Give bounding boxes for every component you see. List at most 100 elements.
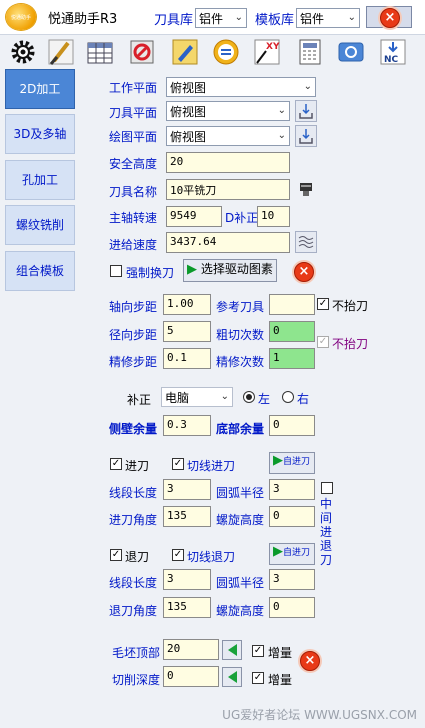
play-icon: ▶ [187, 262, 197, 277]
no-lift2-checkbox[interactable]: ✓ [317, 336, 329, 348]
in-angle-input[interactable]: 135 [163, 506, 211, 527]
d-comp-input[interactable]: 10 [257, 206, 290, 227]
reset-depth-button[interactable]: × [300, 651, 320, 671]
safe-height-input[interactable]: 20 [166, 152, 290, 173]
lead-in-checkbox[interactable]: ✓ [110, 458, 122, 470]
axial-step-input[interactable]: 1.00 [163, 294, 211, 315]
helix-height2-input[interactable]: 0 [269, 597, 315, 618]
xy-button[interactable]: XY [252, 37, 282, 67]
mid-lead-label: 中间进退刀 [320, 497, 333, 567]
ref-tool-label: 参考刀具 [216, 300, 265, 314]
tool-plane-select[interactable]: 俯视图 ⌄ [166, 101, 290, 121]
rough-count-input[interactable]: 0 [269, 321, 315, 342]
lead-out-checkbox[interactable]: ✓ [110, 549, 122, 561]
logo-text: 悦通助手 [10, 15, 31, 21]
feed-input[interactable]: 3437.64 [166, 232, 290, 253]
draw-plane-button[interactable] [295, 125, 317, 147]
arc-radius2-input[interactable]: 3 [269, 569, 315, 590]
right-radio[interactable] [282, 391, 294, 403]
left-radio[interactable] [243, 391, 255, 403]
feed-wave-button[interactable] [295, 231, 317, 253]
finish-count-input[interactable]: 1 [269, 348, 315, 369]
safe-height-label: 安全高度 [109, 157, 158, 171]
nav-thread[interactable]: 螺纹铣削 [5, 205, 75, 245]
chevron-down-icon: ⌄ [303, 81, 312, 92]
play-icon: ▶ [273, 544, 283, 559]
ref-tool-input[interactable] [269, 294, 315, 315]
lead-out-label: 退刀 [125, 550, 150, 564]
cut-depth-input[interactable]: 0 [163, 666, 219, 687]
tool-select-button[interactable] [295, 178, 317, 200]
work-plane-select[interactable]: 俯视图 ⌄ [166, 77, 316, 97]
rough-count-label: 粗切次数 [216, 328, 265, 342]
card-button[interactable] [336, 37, 366, 67]
tangent-in-checkbox[interactable]: ✓ [172, 458, 184, 470]
side-stock-input[interactable]: 0.3 [163, 415, 211, 436]
chevron-down-icon: ⌄ [234, 12, 243, 23]
arc-radius-input[interactable]: 3 [269, 479, 315, 500]
clear-driver-button[interactable]: × [294, 262, 314, 282]
d-comp-label: D补正 [225, 211, 259, 225]
tool-name-input[interactable]: 10平铣刀 [166, 179, 290, 200]
tool-library-select[interactable]: 铝件 ⌄ [195, 8, 247, 28]
settings-button[interactable] [8, 37, 38, 67]
auto-in-button[interactable]: ▶自进刀 [269, 452, 315, 474]
draw-plane-select[interactable]: 俯视图 ⌄ [166, 126, 290, 146]
finish-step-label: 精修步距 [109, 355, 158, 369]
no-lift-label: 不抬刀 [332, 299, 369, 313]
edit-button[interactable] [170, 37, 200, 67]
blank-top-input[interactable]: 20 [163, 639, 219, 660]
finish-count-label: 精修次数 [216, 355, 265, 369]
nav-2d[interactable]: 2D加工 [5, 69, 75, 109]
cut-depth-pick-button[interactable] [222, 667, 242, 687]
no-lift-checkbox[interactable]: ✓ [317, 298, 329, 310]
footer-watermark: UG爱好者论坛 WWW.UGSNX.COM [222, 708, 417, 722]
lead-in-label: 进刀 [125, 459, 150, 473]
arc-radius2-label: 圆弧半径 [216, 576, 265, 590]
increment-checkbox[interactable]: ✓ [252, 645, 264, 657]
nav-hole[interactable]: 孔加工 [5, 160, 75, 200]
spindle-label: 主轴转速 [109, 211, 158, 225]
brush-button[interactable] [46, 37, 76, 67]
svg-text:XY: XY [266, 42, 280, 52]
auto-out-button[interactable]: ▶自进刀 [269, 543, 315, 565]
increment2-label: 增量 [268, 673, 293, 687]
bottom-stock-input[interactable]: 0 [269, 415, 315, 436]
tangent-in-label: 切线进刀 [187, 459, 236, 473]
seg-len2-input[interactable]: 3 [163, 569, 211, 590]
table-button[interactable] [85, 37, 115, 67]
nc-export-button[interactable]: NC [378, 37, 408, 67]
import-icon [299, 129, 313, 144]
increment-label: 增量 [268, 646, 293, 660]
brush-icon [48, 39, 74, 65]
currency-icon [213, 39, 239, 65]
close-button[interactable]: × [366, 6, 412, 28]
blank-top-pick-button[interactable] [222, 640, 242, 660]
block-button[interactable] [127, 37, 157, 67]
tool-plane-button[interactable] [295, 100, 317, 122]
tangent-out-checkbox[interactable]: ✓ [172, 549, 184, 561]
calculator-button[interactable] [295, 37, 325, 67]
template-library-select[interactable]: 铝件 ⌄ [296, 8, 360, 28]
tool-plane-label: 刀具平面 [109, 106, 158, 120]
out-angle-input[interactable]: 135 [163, 597, 211, 618]
radial-step-label: 径向步距 [109, 328, 158, 342]
mid-lead-checkbox[interactable] [321, 482, 333, 494]
convert-button[interactable] [211, 37, 241, 67]
no-sign-icon [130, 40, 154, 64]
radial-step-input[interactable]: 5 [163, 321, 211, 342]
tool-holder-icon [300, 183, 312, 196]
seg-len-input[interactable]: 3 [163, 479, 211, 500]
right-label: 右 [297, 392, 310, 406]
increment2-checkbox[interactable]: ✓ [252, 672, 264, 684]
card-icon [338, 42, 364, 62]
force-change-checkbox[interactable] [110, 265, 122, 277]
spindle-input[interactable]: 9549 [166, 206, 222, 227]
bottom-stock-label: 底部余量 [216, 422, 265, 436]
helix-height-input[interactable]: 0 [269, 506, 315, 527]
comp-select[interactable]: 电脑 ⌄ [161, 387, 233, 407]
nav-3d[interactable]: 3D及多轴 [5, 114, 75, 154]
finish-step-input[interactable]: 0.1 [163, 348, 211, 369]
nav-template[interactable]: 组合模板 [5, 251, 75, 291]
select-driver-button[interactable]: ▶ 选择驱动图素 [183, 259, 277, 282]
